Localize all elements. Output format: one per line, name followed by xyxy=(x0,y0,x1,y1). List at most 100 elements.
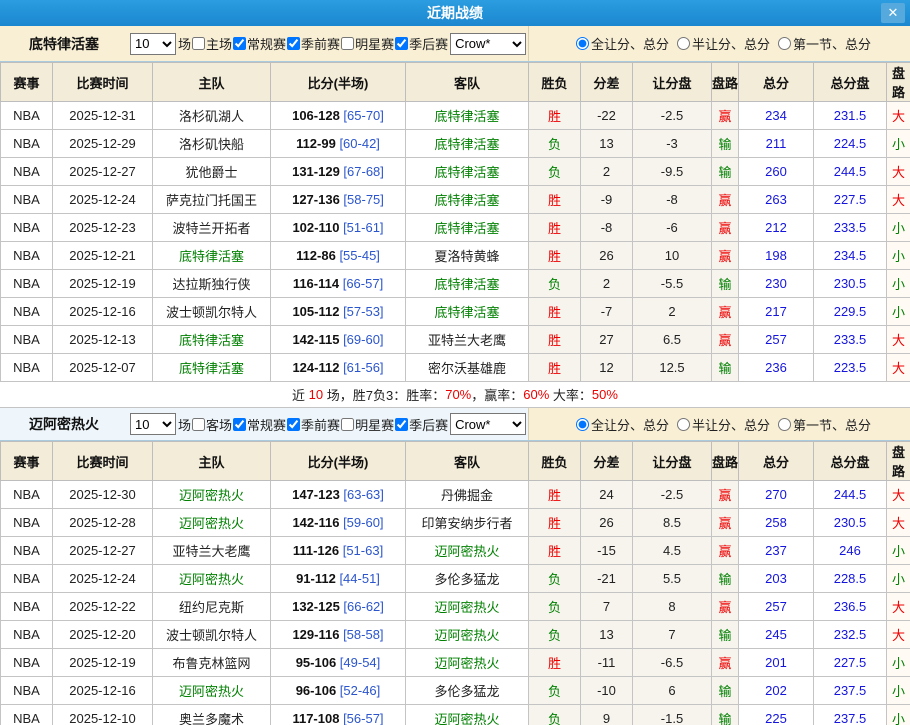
ou-result-cell: 小 xyxy=(887,565,910,593)
match-row: NBA2025-12-20波士顿凯尔特人129-116 [58-58]迈阿密热火… xyxy=(1,621,910,649)
checkbox-away-games[interactable] xyxy=(192,418,205,431)
match-time-cell: 2025-12-16 xyxy=(53,298,153,326)
radio-input-full-handicap-total[interactable] xyxy=(576,37,589,50)
col-header-away: 客队 xyxy=(406,442,529,481)
filter-checkbox-regular-season: 常规赛 xyxy=(232,34,286,53)
away-team-cell: 迈阿密热火 xyxy=(406,593,529,621)
halftime-score: [51-63] xyxy=(339,543,383,558)
ou-result-cell: 大 xyxy=(887,621,910,649)
checkbox-playoffs[interactable] xyxy=(395,418,408,431)
event-cell: NBA xyxy=(1,102,53,130)
match-row: NBA2025-12-13底特律活塞142-115 [69-60]亚特兰大老鹰胜… xyxy=(1,326,910,354)
radio-input-first-quarter-total[interactable] xyxy=(778,418,791,431)
handicap-result-cell: 输 xyxy=(712,565,739,593)
summary-segment: 70% xyxy=(445,387,471,402)
total-line-cell: 244.5 xyxy=(814,158,887,186)
halftime-score: [55-45] xyxy=(336,248,380,263)
total-points-cell: 217 xyxy=(739,298,814,326)
games-count-select[interactable]: 10 xyxy=(130,413,176,435)
checkbox-label-allstar: 明星赛 xyxy=(355,34,394,53)
match-time-cell: 2025-12-19 xyxy=(53,649,153,677)
games-unit-label: 场 xyxy=(178,34,191,53)
checkbox-preseason[interactable] xyxy=(287,37,300,50)
ou-result-cell: 小 xyxy=(887,298,910,326)
point-diff-cell: -7 xyxy=(581,298,633,326)
score-cell: 96-106 [52-46] xyxy=(271,677,406,705)
ou-result-cell: 大 xyxy=(887,186,910,214)
handicap-result-cell: 输 xyxy=(712,130,739,158)
final-score: 112-99 xyxy=(296,136,336,151)
record-summary: 近 10 场，胜7负3：胜率：70%，赢率：60% 大率：50% xyxy=(0,382,910,408)
final-score: 142-116 xyxy=(292,515,339,530)
win-loss-cell: 胜 xyxy=(529,214,581,242)
home-team-cell: 亚特兰大老鹰 xyxy=(153,537,271,565)
total-line-cell: 244.5 xyxy=(814,481,887,509)
handicap-result-cell: 赢 xyxy=(712,298,739,326)
point-diff-cell: 7 xyxy=(581,593,633,621)
match-row: NBA2025-12-10奥兰多魔术117-108 [56-57]迈阿密热火负9… xyxy=(1,705,910,725)
header-row: 赛事比赛时间主队比分(半场)客队胜负分差让分盘盘路总分总分盘盘路 xyxy=(1,442,910,481)
bookmaker-select[interactable]: Crow* xyxy=(450,413,526,435)
point-diff-cell: 27 xyxy=(581,326,633,354)
radio-label-first-quarter-total: 第一节、总分 xyxy=(793,34,871,53)
match-time-cell: 2025-12-23 xyxy=(53,214,153,242)
bookmaker-select[interactable]: Crow* xyxy=(450,33,526,55)
away-team-cell: 底特律活塞 xyxy=(406,130,529,158)
handicap-result-cell: 赢 xyxy=(712,537,739,565)
checkbox-preseason[interactable] xyxy=(287,418,300,431)
home-team-cell: 迈阿密热火 xyxy=(153,565,271,593)
ou-result-cell: 小 xyxy=(887,242,910,270)
ou-result-cell: 大 xyxy=(887,593,910,621)
checkbox-home-games[interactable] xyxy=(192,37,205,50)
point-diff-cell: 9 xyxy=(581,705,633,725)
home-team-cell: 波特兰开拓者 xyxy=(153,214,271,242)
score-cell: 132-125 [66-62] xyxy=(271,593,406,621)
handicap-line-cell: 7 xyxy=(633,621,712,649)
away-team-cell: 迈阿密热火 xyxy=(406,649,529,677)
checkbox-allstar[interactable] xyxy=(341,418,354,431)
handicap-line-cell: -9.5 xyxy=(633,158,712,186)
halftime-score: [65-70] xyxy=(340,108,384,123)
final-score: 132-125 xyxy=(292,599,340,614)
checkbox-regular-season[interactable] xyxy=(233,418,246,431)
handicap-result-cell: 赢 xyxy=(712,186,739,214)
team-name: 底特律活塞 xyxy=(0,34,128,54)
total-points-cell: 237 xyxy=(739,537,814,565)
match-row: NBA2025-12-27犹他爵士131-129 [67-68]底特律活塞负2-… xyxy=(1,158,910,186)
col-header-ou: 盘路 xyxy=(887,442,910,481)
halftime-score: [61-56] xyxy=(339,360,383,375)
section-miami-heat: 迈阿密热火 10 场 客场常规赛季前赛明星赛季后赛 Crow* 全让分、总分半让… xyxy=(0,408,910,725)
win-loss-cell: 胜 xyxy=(529,509,581,537)
total-points-cell: 257 xyxy=(739,326,814,354)
match-time-cell: 2025-12-28 xyxy=(53,509,153,537)
radio-input-half-handicap-total[interactable] xyxy=(677,37,690,50)
handicap-result-cell: 赢 xyxy=(712,214,739,242)
handicap-line-cell: 8 xyxy=(633,593,712,621)
checkbox-allstar[interactable] xyxy=(341,37,354,50)
col-header-result: 胜负 xyxy=(529,63,581,102)
radio-half-handicap-total: 半让分、总分 xyxy=(669,415,770,434)
total-points-cell: 198 xyxy=(739,242,814,270)
col-header-total: 总分 xyxy=(739,63,814,102)
total-line-cell: 231.5 xyxy=(814,102,887,130)
handicap-result-cell: 赢 xyxy=(712,509,739,537)
checkbox-playoffs[interactable] xyxy=(395,37,408,50)
radio-input-full-handicap-total[interactable] xyxy=(576,418,589,431)
win-loss-cell: 胜 xyxy=(529,354,581,382)
checkbox-regular-season[interactable] xyxy=(233,37,246,50)
halftime-score: [44-51] xyxy=(336,571,380,586)
handicap-result-cell: 输 xyxy=(712,621,739,649)
close-icon[interactable]: ✕ xyxy=(881,3,905,23)
event-cell: NBA xyxy=(1,565,53,593)
event-cell: NBA xyxy=(1,186,53,214)
total-points-cell: 212 xyxy=(739,214,814,242)
col-header-line_result: 盘路 xyxy=(712,442,739,481)
match-time-cell: 2025-12-13 xyxy=(53,326,153,354)
radio-input-first-quarter-total[interactable] xyxy=(778,37,791,50)
filter-checkbox-playoffs: 季后赛 xyxy=(394,415,448,434)
radio-input-half-handicap-total[interactable] xyxy=(677,418,690,431)
final-score: 127-136 xyxy=(292,192,340,207)
results-table: 赛事比赛时间主队比分(半场)客队胜负分差让分盘盘路总分总分盘盘路NBA2025-… xyxy=(0,441,910,725)
games-count-select[interactable]: 10 xyxy=(130,33,176,55)
final-score: 105-112 xyxy=(292,304,339,319)
